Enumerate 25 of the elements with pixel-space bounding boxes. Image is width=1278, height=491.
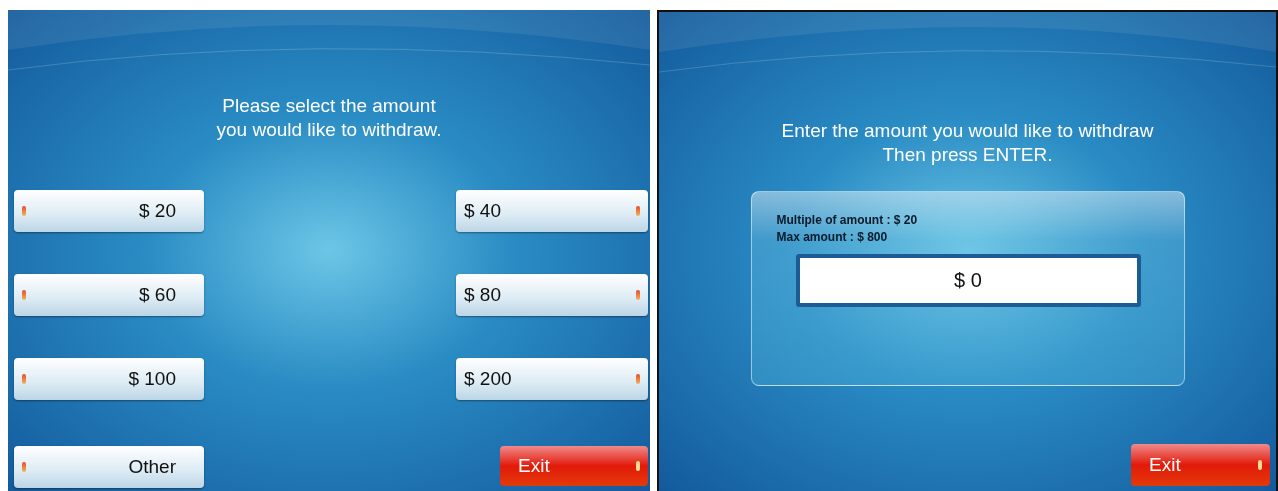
note-text: Max amount : $ 800	[776, 229, 888, 246]
exit-button[interactable]: Exit	[1131, 444, 1270, 486]
amount-button[interactable]: $ 40	[456, 190, 648, 232]
indicator-icon	[22, 290, 26, 300]
indicator-icon	[636, 290, 640, 300]
amount-button[interactable]: $ 60	[14, 274, 204, 316]
amount-button[interactable]: Other	[14, 446, 204, 488]
amount-button[interactable]: $ 20	[14, 190, 204, 232]
amount-field[interactable]: $ 0	[795, 254, 1141, 307]
indicator-icon	[22, 462, 26, 472]
indicator-icon	[22, 206, 26, 216]
prompt-text: Enter the amount you would like to withdraw	[781, 119, 1154, 143]
indicator-icon	[636, 206, 640, 216]
indicator-icon	[1258, 460, 1262, 470]
prompt-text: Please select the amount	[221, 94, 437, 118]
note-text: Multiple of amount : $ 20	[776, 212, 918, 229]
prompt-text: you would like to withdraw.	[215, 118, 443, 142]
indicator-icon	[636, 374, 640, 384]
amount-button[interactable]: $ 80	[456, 274, 648, 316]
indicator-icon	[22, 374, 26, 384]
exit-button[interactable]: Exit	[500, 446, 648, 486]
amount-button[interactable]: $ 200	[456, 358, 648, 400]
indicator-icon	[636, 461, 640, 471]
amount-button[interactable]: $ 100	[14, 358, 204, 400]
prompt-text: Then press ENTER.	[881, 143, 1054, 167]
